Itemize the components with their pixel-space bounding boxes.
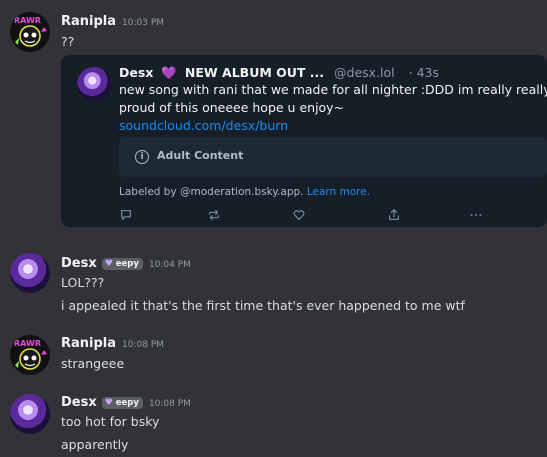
svg-text:RAWR: RAWR: [14, 339, 41, 348]
status-badge: ♥ eepy: [101, 258, 143, 270]
embed-title[interactable]: NEW ALBUM OUT ...: [185, 65, 324, 80]
info-icon: i: [135, 150, 149, 164]
repost-icon[interactable]: [207, 207, 223, 223]
embed-text-line: new song with rani that we made for all …: [119, 82, 547, 97]
share-icon[interactable]: [387, 207, 403, 223]
avatar[interactable]: [10, 394, 50, 434]
timestamp: 10:03 PM: [122, 18, 165, 28]
badge-label: eepy: [115, 259, 139, 269]
embed-link[interactable]: soundcloud.com/desx/burn: [119, 118, 288, 133]
embed-age: · 43s: [408, 65, 440, 80]
reply-icon[interactable]: [119, 207, 135, 223]
message-text: ??: [61, 34, 75, 49]
timestamp: 10:08 PM: [148, 399, 191, 409]
username[interactable]: Ranipla: [61, 14, 116, 29]
heart-icon: ♥: [104, 259, 113, 269]
message-group: RAWR Ranipla 10:08 PM strangeee: [0, 333, 547, 383]
avatar[interactable]: RAWR: [10, 335, 50, 375]
message-group: Desx ♥ eepy 10:04 PM LOL??? i appealed it …: [0, 250, 547, 320]
message-group: RAWR Ranipla 10:03 PM ?? Desx 💜 NEW ALBUM…: [0, 0, 547, 235]
message-text: too hot for bsky: [61, 414, 160, 429]
username[interactable]: Desx: [61, 256, 97, 271]
bluesky-embed[interactable]: Desx 💜 NEW ALBUM OUT ... @desx.lol · 43s…: [61, 55, 547, 227]
svg-text:RAWR: RAWR: [14, 16, 41, 25]
embed-text-line: proud of this oneeee hope u enjoy~: [119, 100, 345, 115]
more-icon[interactable]: [469, 207, 485, 223]
status-badge: ♥ eepy: [101, 397, 143, 409]
heart-icon: ♥: [104, 398, 113, 408]
adult-content-warning[interactable]: i Adult Content: [119, 137, 547, 177]
adult-content-label: Adult Content: [157, 149, 244, 162]
embed-avatar[interactable]: [77, 67, 111, 101]
message-text: i appealed it that's the first time that…: [61, 298, 465, 313]
message-text: strangeee: [61, 356, 125, 371]
badge-label: eepy: [115, 398, 139, 408]
timestamp: 10:04 PM: [148, 260, 191, 270]
timestamp: 10:08 PM: [122, 340, 165, 350]
avatar[interactable]: RAWR: [10, 12, 50, 52]
embed-header: Desx 💜 NEW ALBUM OUT ... @desx.lol · 43s: [119, 65, 439, 81]
embed-actions: [119, 207, 547, 223]
avatar[interactable]: [10, 253, 50, 293]
embed-author[interactable]: Desx: [119, 65, 153, 80]
like-icon[interactable]: [292, 207, 308, 223]
heart-icon: 💜: [161, 65, 177, 80]
embed-handle[interactable]: @desx.lol: [334, 65, 395, 80]
username[interactable]: Desx: [61, 395, 97, 410]
message-text: apparently: [61, 437, 129, 452]
learn-more-link[interactable]: Learn more.: [307, 186, 370, 198]
moderation-label: Labeled by @moderation.bsky.app. Learn m…: [119, 186, 370, 198]
message-text: LOL???: [61, 275, 105, 290]
message-group: Desx ♥ eepy 10:08 PM too hot for bsky appa…: [0, 392, 547, 457]
labeled-by-text: Labeled by @moderation.bsky.app.: [119, 186, 304, 198]
username[interactable]: Ranipla: [61, 336, 116, 351]
